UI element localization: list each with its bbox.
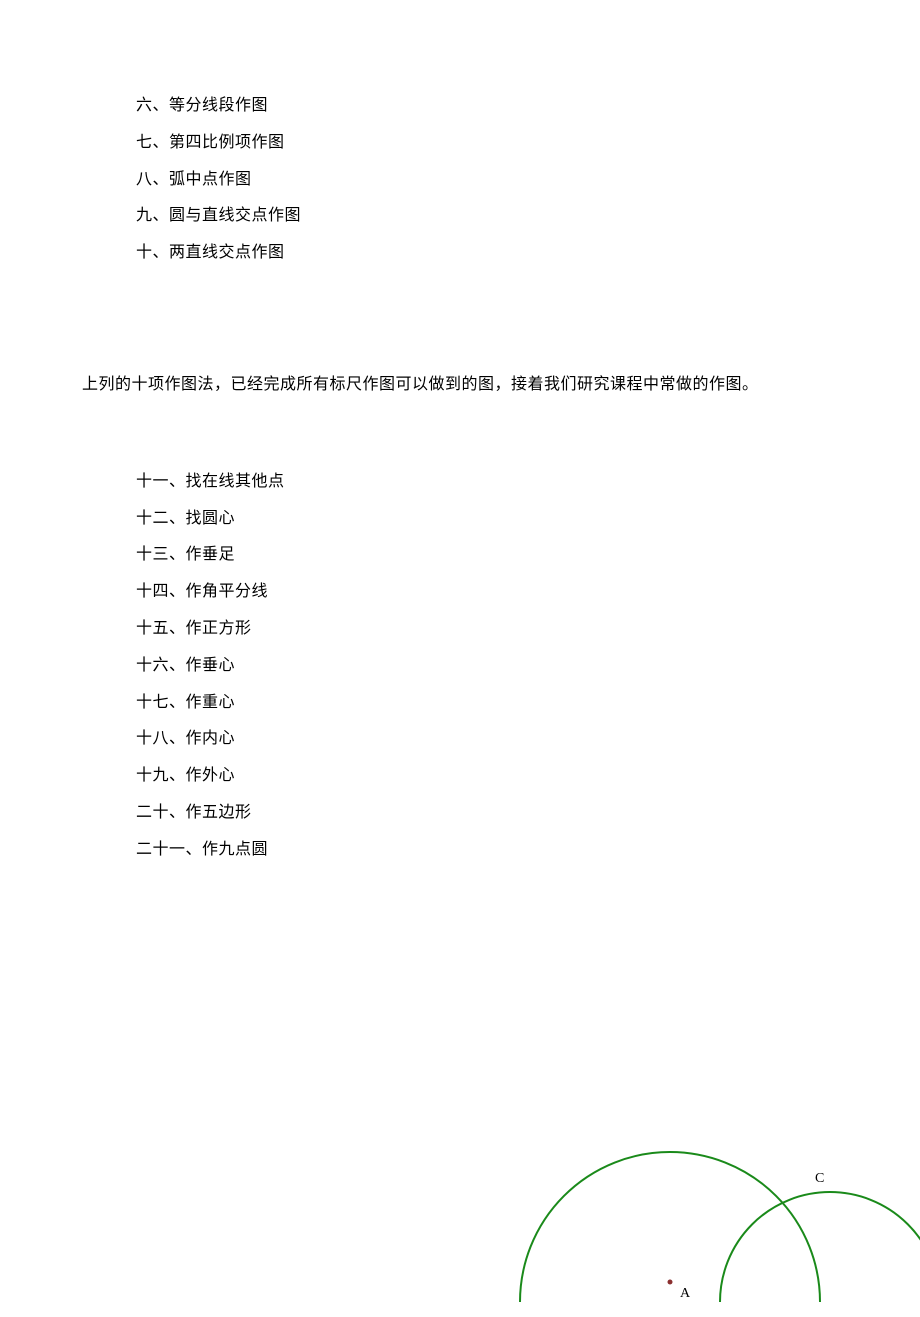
list-item: 十八、作内心 [136,721,880,758]
list-item: 十三、作垂足 [136,537,880,574]
geometry-diagram: A C [470,1102,920,1302]
list-item: 六、等分线段作图 [136,88,880,125]
document-content: 六、等分线段作图 七、第四比例项作图 八、弧中点作图 九、圆与直线交点作图 十、… [0,0,920,869]
list-item: 十七、作重心 [136,685,880,722]
list-item: 二十、作五边形 [136,795,880,832]
list-item: 十五、作正方形 [136,611,880,648]
list-item: 十二、找圆心 [136,501,880,538]
point-a-dot [668,1280,673,1285]
list-item: 十四、作角平分线 [136,574,880,611]
list-item: 二十一、作九点圆 [136,832,880,869]
first-list-section: 六、等分线段作图 七、第四比例项作图 八、弧中点作图 九、圆与直线交点作图 十、… [82,88,880,272]
list-item: 十、两直线交点作图 [136,235,880,272]
list-item: 八、弧中点作图 [136,162,880,199]
list-item: 七、第四比例项作图 [136,125,880,162]
transition-paragraph: 上列的十项作图法，已经完成所有标尺作图可以做到的图，接着我们研究课程中常做的作图… [82,367,880,404]
list-item: 十九、作外心 [136,758,880,795]
list-item: 十一、找在线其他点 [136,464,880,501]
point-c-label: C [815,1171,824,1186]
list-item: 十六、作垂心 [136,648,880,685]
point-a-label: A [680,1286,691,1301]
list-item: 九、圆与直线交点作图 [136,198,880,235]
second-list-section: 十一、找在线其他点 十二、找圆心 十三、作垂足 十四、作角平分线 十五、作正方形… [82,464,880,869]
